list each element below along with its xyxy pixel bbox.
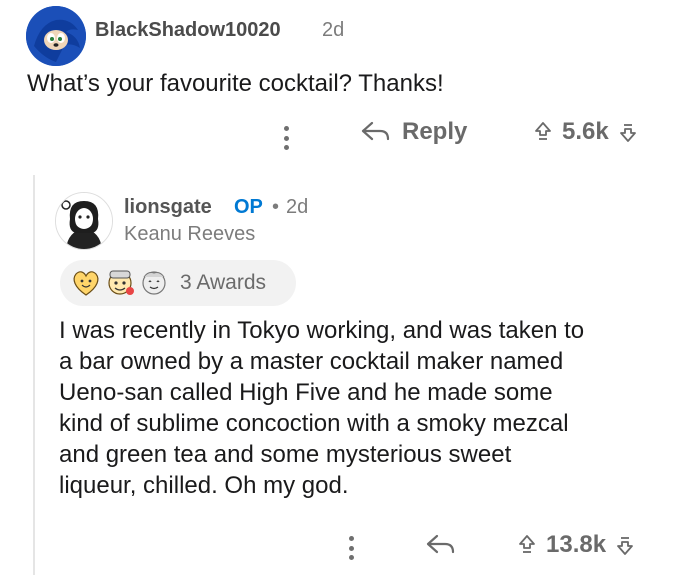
reply-body-line: and green tea and some mysterious sweet: [59, 441, 512, 468]
comment-body: What’s your favourite cocktail? Thanks!: [27, 70, 444, 97]
vote-controls: 5.6k: [534, 118, 637, 146]
reply-body-line: I was recently in Tokyo working, and was…: [59, 317, 585, 344]
helpful-award-icon: [108, 270, 134, 295]
downvote-icon[interactable]: [619, 121, 637, 143]
reply-age: 2d: [286, 196, 309, 218]
reply-body: I was recently in Tokyo working, and was…: [59, 315, 689, 501]
comment-username[interactable]: BlackShadow10020: [95, 19, 281, 42]
user-flair: Keanu Reeves: [124, 223, 256, 245]
reply-body-line: a bar owned by a master cocktail maker n…: [59, 348, 564, 375]
reply-score: 13.8k: [546, 531, 607, 558]
silver-award-icon: [142, 271, 166, 295]
reply-label: Reply: [402, 118, 468, 145]
downvote-icon[interactable]: [616, 534, 634, 556]
reply-body-line: kind of sublime concoction with a smoky …: [59, 410, 569, 437]
reply-more-options-icon[interactable]: [341, 533, 361, 563]
awards-label: 3 Awards: [180, 271, 266, 294]
reply-arrow-icon: [361, 121, 390, 141]
reply-username[interactable]: lionsgate: [124, 196, 212, 219]
op-badge: OP: [234, 196, 263, 218]
sonic-avatar-icon: [26, 6, 86, 66]
reply-body-line: Ueno-san called High Five and he made so…: [59, 379, 553, 406]
upvote-icon[interactable]: [518, 534, 536, 556]
reply-button[interactable]: Reply: [360, 118, 467, 146]
wholesome-award-icon: [73, 271, 99, 296]
meta-separator: •: [272, 196, 280, 218]
thread-line[interactable]: [33, 175, 35, 575]
reply-avatar[interactable]: [55, 192, 113, 250]
more-options-icon[interactable]: [276, 123, 296, 153]
reply-body-line: liqueur, chilled. Oh my god.: [59, 472, 349, 499]
reply-arrow-icon[interactable]: [425, 533, 457, 557]
reply-vote-controls: 13.8k: [518, 531, 634, 559]
user-avatar[interactable]: [26, 6, 86, 66]
comment-score: 5.6k: [562, 118, 609, 145]
awards-pill[interactable]: 3 Awards: [60, 260, 296, 306]
comment-age: 2d: [322, 19, 345, 41]
keanu-avatar-icon: [56, 193, 112, 249]
upvote-icon[interactable]: [534, 121, 552, 143]
